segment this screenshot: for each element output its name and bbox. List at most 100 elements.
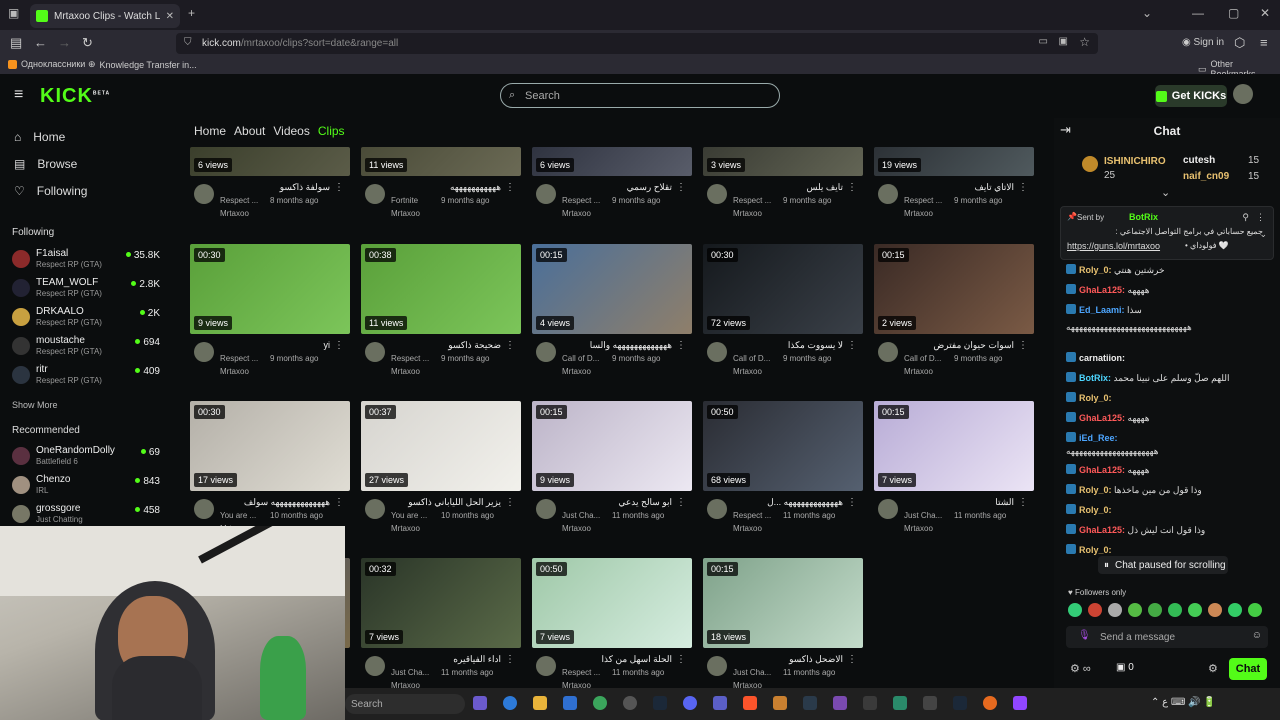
more-options-icon[interactable]: ⋮: [1018, 340, 1028, 351]
chat-username[interactable]: Ed_Laami:: [1079, 305, 1127, 315]
sidebar-item-home[interactable]: ⌂ Home: [14, 130, 65, 144]
app-icon[interactable]: [863, 696, 877, 710]
forward-icon[interactable]: →: [58, 35, 71, 50]
clip-thumbnail[interactable]: 00:30 9 views: [190, 244, 350, 334]
channel-avatar[interactable]: [536, 656, 556, 676]
user-avatar[interactable]: [1233, 84, 1253, 104]
clip-thumbnail[interactable]: 00:30 17 views: [190, 401, 350, 491]
gear-icon[interactable]: ⚙: [1208, 662, 1218, 675]
chat-username[interactable]: Roly_0:: [1079, 545, 1112, 555]
more-options-icon[interactable]: ⋮: [847, 654, 857, 665]
clip-streamer[interactable]: Mrtaxoo: [391, 209, 420, 218]
chat-username[interactable]: GhaLa125:: [1079, 525, 1128, 535]
clip-streamer[interactable]: Mrtaxoo: [904, 367, 933, 376]
outlook-icon[interactable]: [563, 696, 577, 710]
sidebar-item-browse[interactable]: ▤ Browse: [14, 157, 77, 171]
settings-icon[interactable]: ⚙ ∞: [1070, 662, 1091, 675]
clip-streamer[interactable]: Mrtaxoo: [220, 209, 249, 218]
chat-username[interactable]: Roly_0:: [1079, 393, 1112, 403]
get-kicks-button[interactable]: Get KICKs: [1155, 85, 1227, 107]
channel-avatar[interactable]: [707, 499, 727, 519]
channel-avatar[interactable]: [536, 342, 556, 362]
clip-category[interactable]: You are ...: [391, 511, 427, 520]
recommended-channel[interactable]: Chenzo IRL 843: [12, 472, 164, 498]
steam-icon[interactable]: [653, 696, 667, 710]
channel-avatar[interactable]: [194, 342, 214, 362]
clip-category[interactable]: Just Cha...: [733, 668, 771, 677]
clip-thumbnail[interactable]: 00:50 7 views: [532, 558, 692, 648]
channel-avatar[interactable]: [707, 184, 727, 204]
sidebar-toggle-icon[interactable]: ▤: [10, 35, 22, 51]
clip-streamer[interactable]: Mrtaxoo: [733, 367, 762, 376]
clip-category[interactable]: You are ...: [220, 511, 256, 520]
clip-category[interactable]: Call of D...: [733, 354, 770, 363]
more-options-icon[interactable]: ⋮: [676, 497, 686, 508]
maximize-icon[interactable]: ▢: [1228, 6, 1239, 20]
clip-title[interactable]: الاتاي تايف: [904, 182, 1015, 193]
clip-category[interactable]: Call of D...: [562, 354, 599, 363]
tab-about[interactable]: About: [234, 124, 265, 138]
clip-category[interactable]: Just Cha...: [562, 511, 600, 520]
clip-thumbnail[interactable]: 00:30 72 views: [703, 244, 863, 334]
channel-avatar[interactable]: [707, 656, 727, 676]
channel-avatar[interactable]: [707, 342, 727, 362]
app-icon[interactable]: [893, 696, 907, 710]
emote-icon[interactable]: [1228, 603, 1242, 617]
emote-icon[interactable]: [1148, 603, 1162, 617]
more-options-icon[interactable]: ⋮: [847, 340, 857, 351]
tab-clips[interactable]: Clips: [318, 124, 345, 138]
firefox-icon[interactable]: [983, 696, 997, 710]
kick-logo[interactable]: KICKBETA: [40, 85, 110, 108]
emote-icon[interactable]: [1128, 603, 1142, 617]
discord-icon[interactable]: [683, 696, 697, 710]
clip-title[interactable]: yi: [220, 340, 331, 350]
sidebar-item-following[interactable]: ♡ Following: [14, 184, 87, 198]
emote-icon[interactable]: [1108, 603, 1122, 617]
clip-category[interactable]: Respect ...: [220, 354, 258, 363]
emote-icon[interactable]: [1248, 603, 1262, 617]
clip-category[interactable]: Respect ...: [220, 196, 258, 205]
more-options-icon[interactable]: ⋮: [676, 182, 686, 193]
following-channel[interactable]: moustache Respect RP (GTA) 694: [12, 333, 164, 359]
clip-thumbnail[interactable]: 3 views: [703, 147, 863, 176]
emote-icon[interactable]: [1208, 603, 1222, 617]
show-more-link[interactable]: Show More: [12, 400, 58, 410]
pinned-link[interactable]: https://guns.lol/mrtaxoo: [1067, 241, 1160, 251]
reload-icon[interactable]: ↻: [82, 35, 93, 51]
clip-title[interactable]: الحلة اسهل من كذا: [562, 654, 672, 665]
clip-thumbnail[interactable]: 11 views: [361, 147, 521, 176]
more-options-icon[interactable]: ⋮: [676, 340, 686, 351]
clip-category[interactable]: Respect ...: [562, 668, 600, 677]
back-icon[interactable]: ←: [34, 35, 47, 50]
clip-category[interactable]: Respect ...: [904, 196, 942, 205]
teams-icon[interactable]: [713, 696, 727, 710]
more-options-icon[interactable]: ⋮: [505, 340, 515, 351]
channel-avatar[interactable]: [365, 656, 385, 676]
kicks-balance[interactable]: ▣ 0: [1116, 662, 1134, 673]
clip-thumbnail[interactable]: 00:15 4 views: [532, 244, 692, 334]
url-bar[interactable]: ⛉ kick.com/mrtaxoo/clips?sort=date&range…: [176, 33, 1098, 54]
more-options-icon[interactable]: ⋮: [1018, 182, 1028, 193]
chat-username[interactable]: BotRix:: [1079, 373, 1114, 383]
clip-title[interactable]: هههههههههههههه والسا: [562, 340, 672, 351]
chat-username[interactable]: Roly_0:: [1079, 505, 1112, 515]
bookmark-star-icon[interactable]: ☆: [1079, 35, 1090, 49]
channel-avatar[interactable]: [536, 499, 556, 519]
reader-icon[interactable]: ▭: [1039, 36, 1048, 47]
more-options-icon[interactable]: ⋮: [676, 654, 686, 665]
chat-username[interactable]: Roly_0:: [1079, 485, 1114, 495]
close-tab-icon[interactable]: ✕: [166, 11, 174, 22]
tab-videos[interactable]: Videos: [273, 124, 309, 138]
extensions-icon[interactable]: ⬡: [1234, 35, 1245, 51]
clip-streamer[interactable]: Mrtaxoo: [904, 524, 933, 533]
chat-username[interactable]: GhaLa125:: [1079, 285, 1128, 295]
clip-thumbnail[interactable]: 00:15 18 views: [703, 558, 863, 648]
chat-username[interactable]: carnatiion:: [1079, 353, 1125, 363]
chat-send-button[interactable]: Chat: [1229, 658, 1267, 680]
chevron-down-icon[interactable]: ⌄: [1259, 229, 1267, 240]
bookmark-odnoklassniki[interactable]: Одноклассники: [8, 59, 85, 69]
steam-icon[interactable]: [953, 696, 967, 710]
hamburger-icon[interactable]: ≡: [14, 86, 23, 104]
clip-title[interactable]: الاضحل ذاكسو: [733, 654, 843, 665]
unpin-icon[interactable]: ⚲: [1242, 212, 1249, 223]
